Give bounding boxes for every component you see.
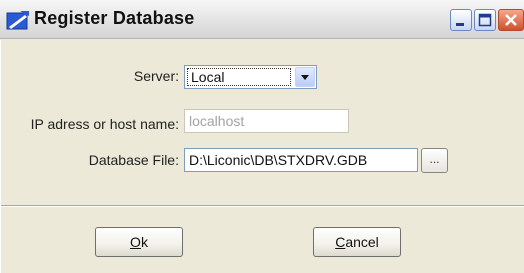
minimize-button[interactable]: [450, 9, 472, 31]
close-button[interactable]: [498, 9, 524, 31]
ok-button[interactable]: Ok: [95, 227, 183, 257]
window-title: Register Database: [34, 8, 195, 28]
server-selected-value: Local: [187, 68, 291, 86]
register-database-icon: [6, 10, 30, 30]
server-dropdown-button[interactable]: [295, 67, 315, 87]
title-bar[interactable]: Register Database: [0, 0, 524, 39]
chevron-down-icon: [301, 75, 309, 80]
separator-highlight: [1, 206, 524, 207]
ok-label-rest: k: [140, 234, 148, 250]
register-database-dialog: Register Database Server: Local IP adres…: [0, 0, 524, 273]
database-file-input[interactable]: D:\Liconic\DB\STXDRV.GDB: [184, 148, 418, 172]
close-icon: [505, 14, 517, 26]
database-file-label: Database File:: [88, 152, 179, 168]
dialog-body: Server: Local IP adress or host name: lo…: [0, 40, 524, 273]
cancel-button[interactable]: Cancel: [313, 227, 401, 257]
host-label: IP adress or host name:: [30, 116, 179, 132]
cancel-mnemonic: C: [335, 234, 346, 250]
host-input[interactable]: localhost: [184, 109, 349, 133]
browse-button[interactable]: ...: [421, 148, 448, 173]
server-label: Server:: [133, 68, 179, 84]
server-select[interactable]: Local: [184, 65, 317, 89]
minimize-icon: [456, 23, 464, 26]
maximize-icon: [478, 13, 492, 27]
ok-mnemonic: O: [130, 234, 141, 250]
maximize-button[interactable]: [474, 9, 496, 31]
cancel-label-rest: ancel: [345, 234, 379, 250]
